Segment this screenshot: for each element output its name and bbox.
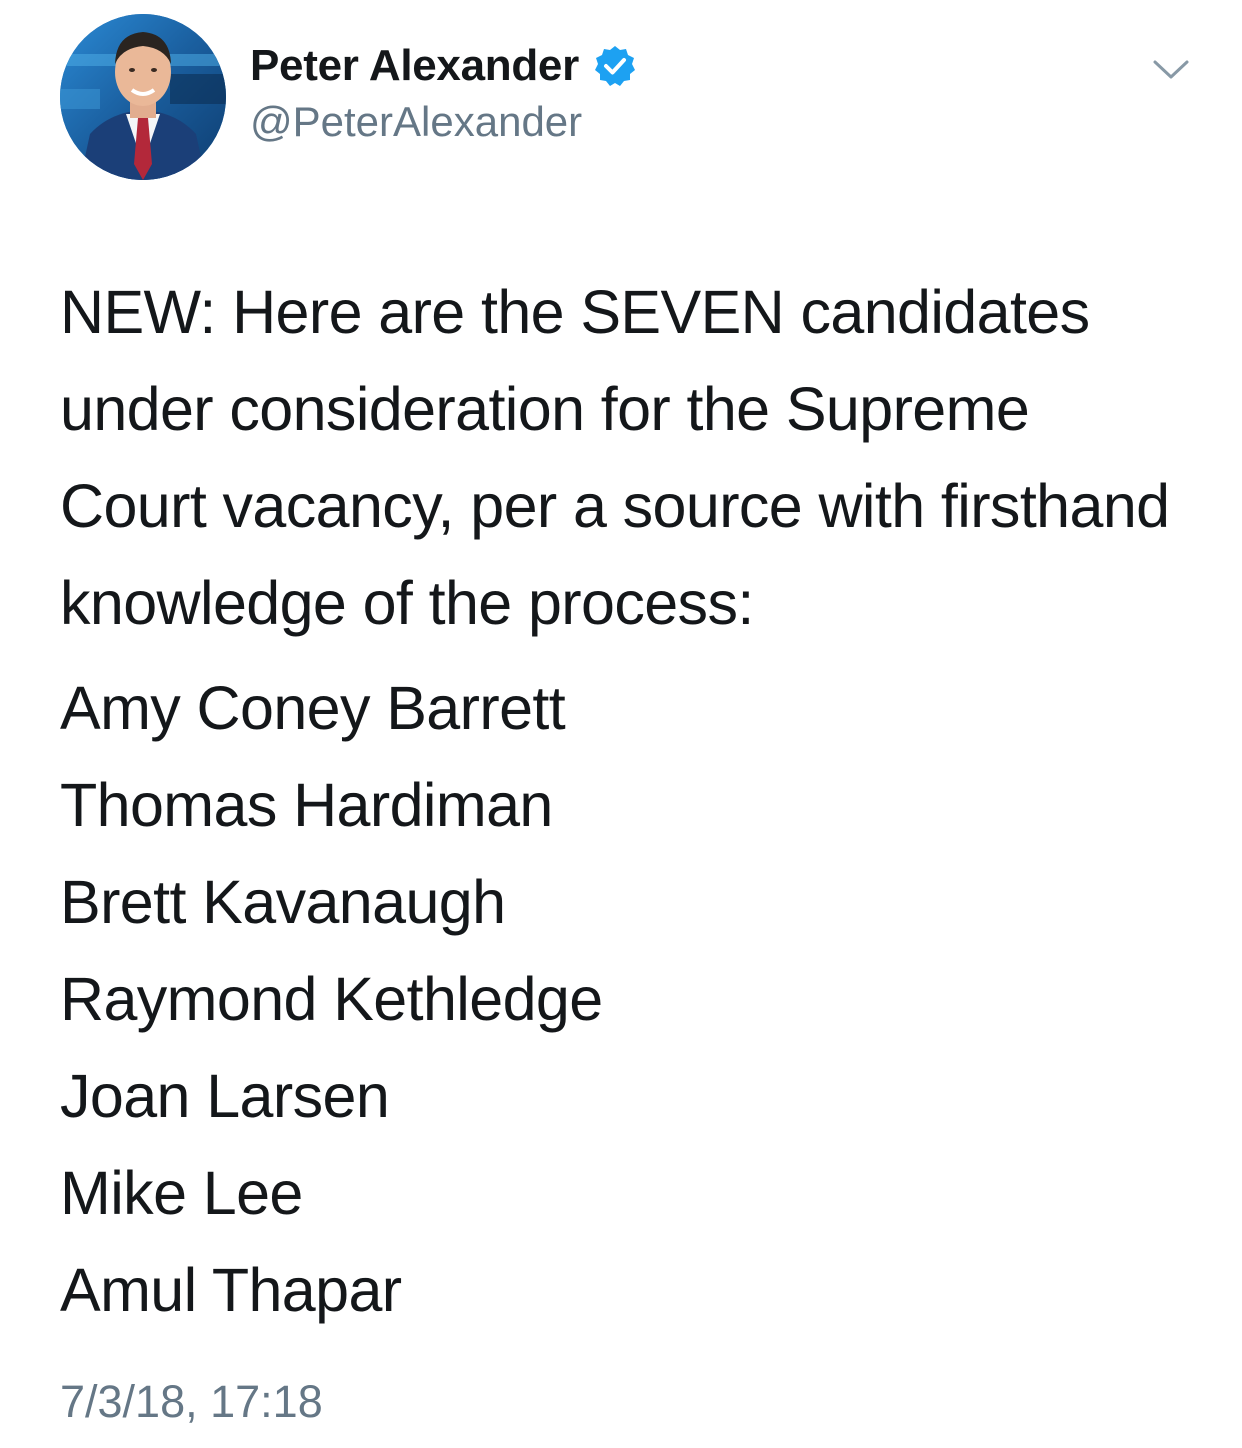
list-item: Raymond Kethledge [60,965,603,1033]
author-display-name[interactable]: Peter Alexander [250,41,579,91]
list-item: Mike Lee [60,1159,303,1227]
list-item: Brett Kavanaugh [60,868,506,936]
chevron-down-icon[interactable] [1152,56,1190,84]
author-name-row[interactable]: Peter Alexander [250,38,637,94]
list-item: Thomas Hardiman [60,771,553,839]
profile-photo [60,14,226,180]
list-item: Joan Larsen [60,1062,390,1130]
avatar[interactable] [60,14,226,180]
verified-badge-icon [593,44,637,88]
tweet-intro: NEW: Here are the SEVEN candidates under… [60,278,1170,637]
tweet-card: Peter Alexander @PeterAlexander NEW: Her… [0,0,1242,1448]
author-handle[interactable]: @PeterAlexander [250,98,582,146]
tweet-text: NEW: Here are the SEVEN candidates under… [60,264,1190,1339]
list-item: Amul Thapar [60,1256,402,1324]
candidate-list: Amy Coney Barrett Thomas Hardiman Brett … [60,660,1190,1339]
tweet-timestamp[interactable]: 7/3/18, 17:18 [60,1376,323,1428]
list-item: Amy Coney Barrett [60,674,566,742]
